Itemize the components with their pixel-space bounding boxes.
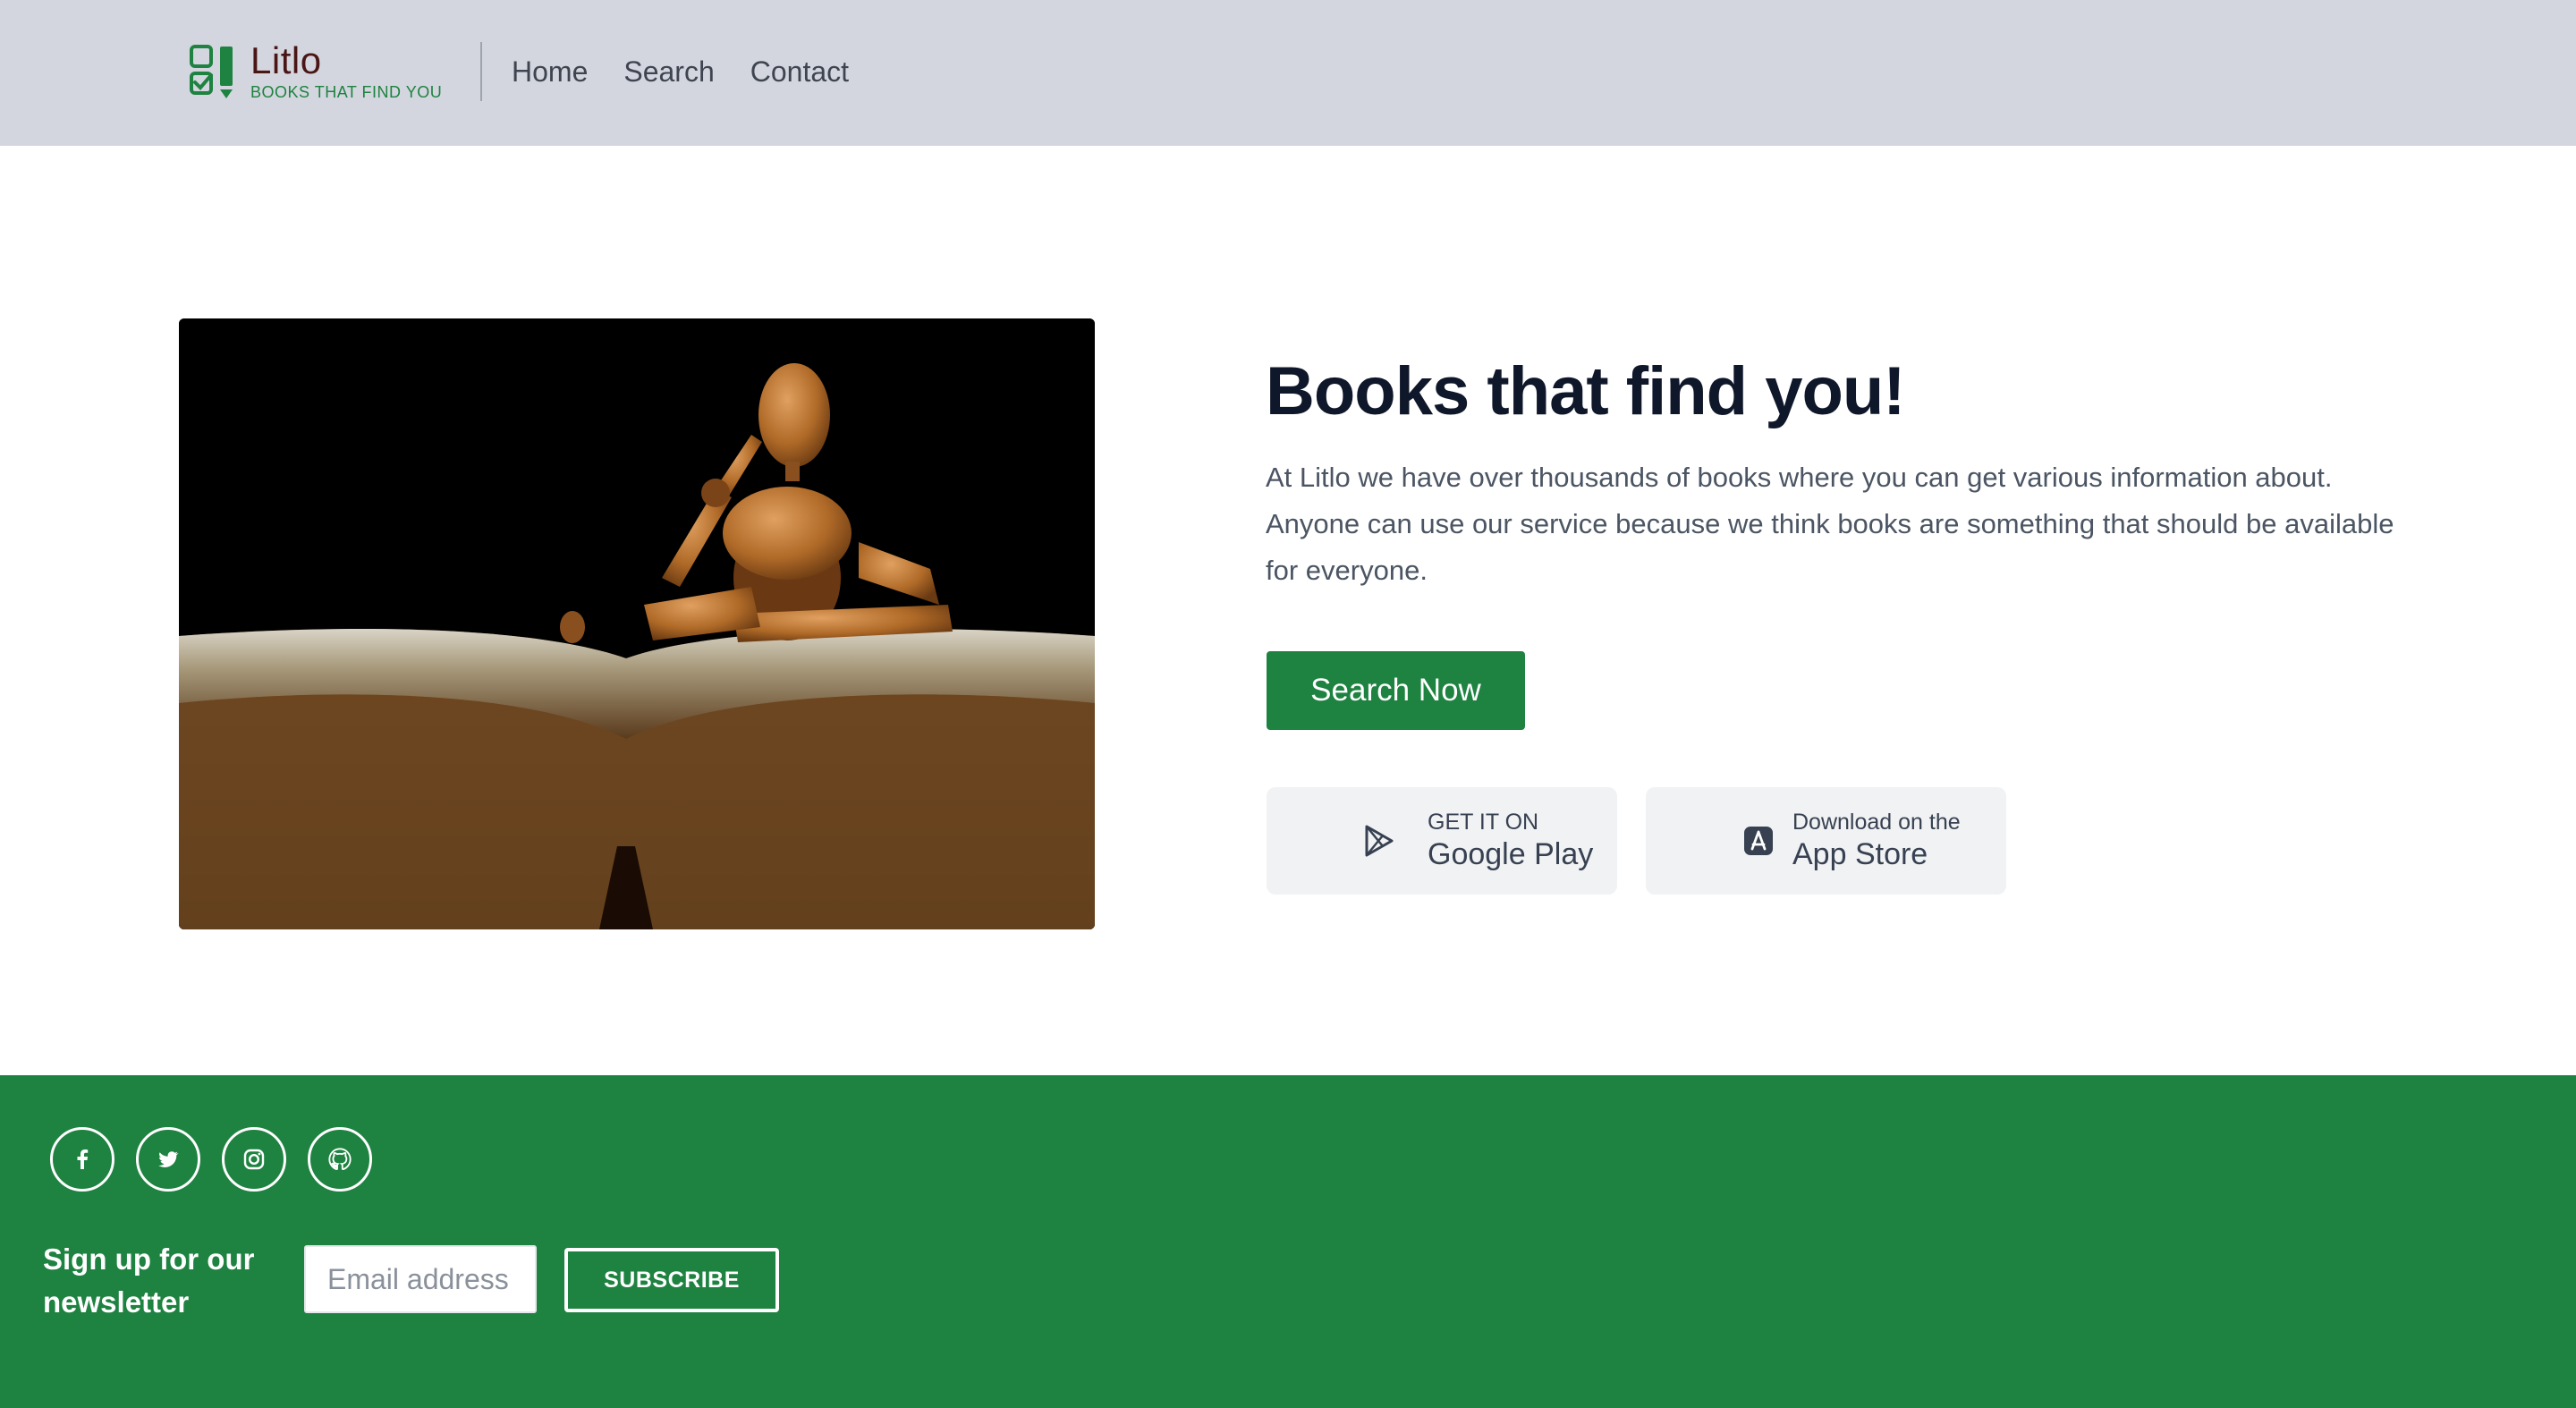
google-play-button[interactable]: GET IT ON Google Play xyxy=(1267,787,1617,895)
google-play-label: Google Play xyxy=(1428,837,1594,871)
email-field[interactable] xyxy=(304,1245,537,1313)
header-divider xyxy=(480,42,482,101)
instagram-icon[interactable] xyxy=(222,1127,286,1192)
app-store-button[interactable]: Download on the App Store xyxy=(1646,787,2006,895)
hero-image xyxy=(179,318,1095,929)
brand-logo[interactable]: Litlo BOOKS THAT FIND YOU xyxy=(188,39,442,102)
play-store-icon xyxy=(1361,823,1397,859)
checklist-pencil-icon xyxy=(188,39,242,102)
search-now-button[interactable]: Search Now xyxy=(1267,651,1525,730)
app-store-label: App Store xyxy=(1792,837,1928,871)
site-footer: Sign up for our newsletter SUBSCRIBE xyxy=(0,1075,2576,1408)
hero-title: Books that find you! xyxy=(1266,353,1906,429)
nav-home[interactable]: Home xyxy=(512,52,588,91)
brand-name: Litlo xyxy=(250,39,322,81)
nav-search[interactable]: Search xyxy=(623,52,714,91)
newsletter-label: Sign up for our newsletter xyxy=(43,1243,255,1319)
app-store-small-label: Download on the xyxy=(1792,810,1961,835)
facebook-icon[interactable] xyxy=(50,1127,114,1192)
subscribe-button[interactable]: SUBSCRIBE xyxy=(564,1248,779,1312)
nav-contact[interactable]: Contact xyxy=(750,52,849,91)
google-play-small-label: GET IT ON xyxy=(1428,810,1539,835)
github-icon[interactable] xyxy=(308,1127,372,1192)
app-store-icon xyxy=(1741,823,1776,859)
brand-tagline: BOOKS THAT FIND YOU xyxy=(250,83,443,101)
site-header: Litlo BOOKS THAT FIND YOU Home Search Co… xyxy=(0,0,2576,146)
main-nav: Home Search Contact xyxy=(512,52,849,91)
twitter-icon[interactable] xyxy=(136,1127,200,1192)
hero-description: At Litlo we have over thousands of books… xyxy=(1266,462,2394,586)
